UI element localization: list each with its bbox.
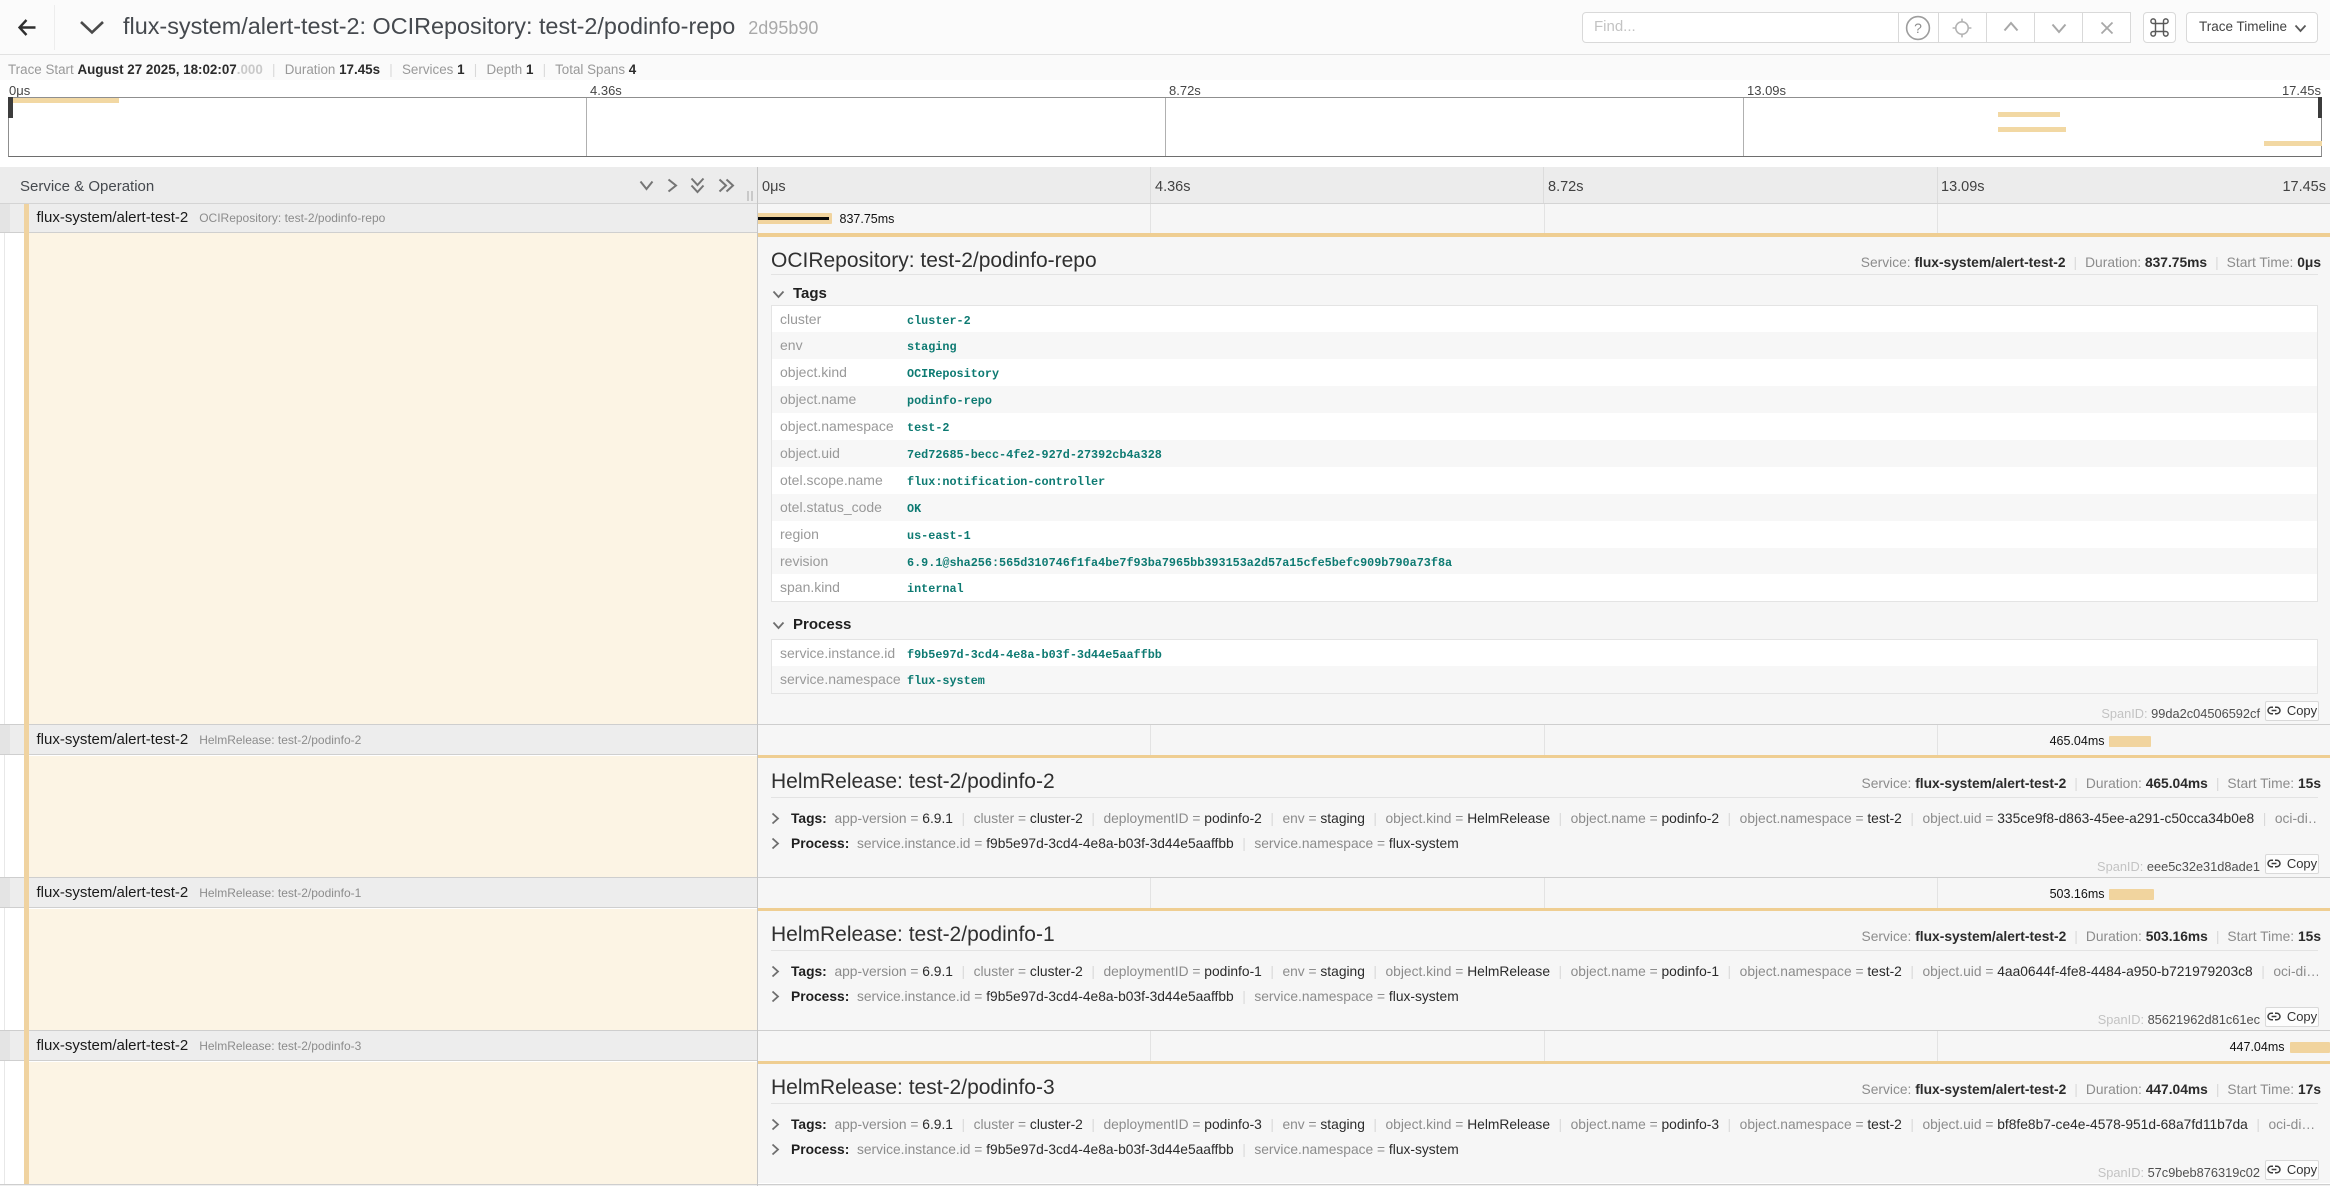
svg-text:?: ?	[1914, 20, 1922, 36]
